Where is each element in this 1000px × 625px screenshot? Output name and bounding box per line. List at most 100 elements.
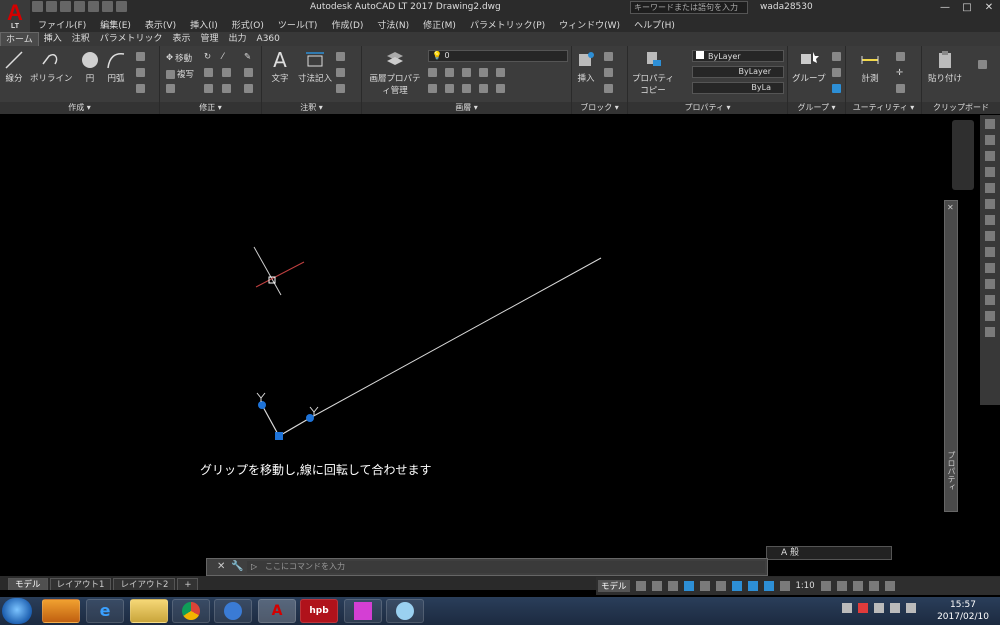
panel-layers-title[interactable]: 画層 ▾ <box>362 102 571 114</box>
panel-clipboard-title[interactable]: クリップボード <box>922 102 1000 114</box>
lineweight-icon[interactable] <box>747 581 758 591</box>
layer-unlock-icon[interactable] <box>445 84 454 93</box>
point-button[interactable]: ✛ <box>896 68 903 78</box>
open-icon[interactable] <box>46 1 57 12</box>
close-button[interactable]: ✕ <box>978 0 1000 15</box>
ime-toolbar[interactable]: A 般 <box>766 546 892 560</box>
calculator-button[interactable] <box>896 84 905 93</box>
search-input[interactable]: キーワードまたは語句を入力 <box>630 1 748 14</box>
tray-antivirus-icon[interactable] <box>858 603 868 613</box>
layout-tab-model[interactable]: モデル <box>8 578 48 590</box>
layer-previous-icon[interactable] <box>445 68 454 77</box>
workspace-gear-icon[interactable] <box>820 581 831 591</box>
isodraft-icon[interactable] <box>699 581 710 591</box>
panel-create-title[interactable]: 作成 ▾ <box>0 102 159 114</box>
snap-tool-12-icon[interactable] <box>985 295 995 305</box>
paste-button[interactable]: 貼り付け <box>928 50 962 84</box>
panel-block-title[interactable]: ブロック ▾ <box>572 102 627 114</box>
taskbar-paint[interactable] <box>386 599 424 623</box>
layer-match-icon[interactable] <box>428 68 437 77</box>
move-button[interactable]: ✥ 移動 <box>166 52 192 64</box>
create-block-button[interactable] <box>604 52 613 61</box>
snap-tool-13-icon[interactable] <box>985 311 995 321</box>
panel-utilities-title[interactable]: ユーティリティ ▾ <box>846 102 921 114</box>
circle-button[interactable]: 円 <box>80 50 100 84</box>
saveas-icon[interactable] <box>74 1 85 12</box>
tab-manage[interactable]: 管理 <box>196 32 224 46</box>
isolate-objects-icon[interactable] <box>868 581 879 591</box>
menu-edit[interactable]: 編集(E) <box>100 18 131 31</box>
snap-icon[interactable] <box>651 581 662 591</box>
new-icon[interactable] <box>32 1 43 12</box>
explode-button[interactable] <box>244 68 253 77</box>
ungroup-button[interactable] <box>832 52 841 61</box>
rotate-button[interactable]: ↻ <box>204 52 211 62</box>
copy-button[interactable]: 複写 <box>166 68 194 80</box>
menu-help[interactable]: ヘルプ(H) <box>634 18 675 31</box>
layout-tab-2[interactable]: レイアウト2 <box>113 578 176 590</box>
quick-select-button[interactable] <box>896 52 905 61</box>
snap-tool-7-icon[interactable] <box>985 215 995 225</box>
tray-volume-icon[interactable] <box>906 603 916 613</box>
polyline-button[interactable]: ポリライン <box>30 50 73 84</box>
layer-properties-button[interactable]: 画層プロパティ管理 <box>366 50 424 96</box>
menu-modify[interactable]: 修正(M) <box>423 18 456 31</box>
tab-insert[interactable]: 挿入 <box>39 32 67 46</box>
annotation-scale-value[interactable]: 1:10 <box>796 581 815 591</box>
minimize-button[interactable]: — <box>934 0 956 15</box>
dimension-button[interactable]: 寸法記入 <box>298 50 332 84</box>
snap-tool-8-icon[interactable] <box>985 231 995 241</box>
insert-block-button[interactable]: 挿入 <box>576 50 596 84</box>
maximize-button[interactable]: □ <box>956 0 978 15</box>
tray-arrow-icon[interactable] <box>842 603 852 613</box>
snap-tool-11-icon[interactable] <box>985 279 995 289</box>
menu-parametric[interactable]: パラメトリック(P) <box>470 18 545 31</box>
taskbar-clock[interactable]: 15:57 2017/02/10 <box>930 599 996 623</box>
ellipse-button[interactable] <box>136 84 145 93</box>
layout-tab-add[interactable]: + <box>177 578 199 590</box>
grip-end-right[interactable] <box>306 414 314 422</box>
array-button[interactable] <box>222 84 231 93</box>
user-name[interactable]: wada28530 <box>760 2 813 12</box>
linear-dim-button[interactable] <box>336 52 345 61</box>
layer-current-icon[interactable] <box>462 84 471 93</box>
grip-base-square[interactable] <box>275 432 283 440</box>
tray-flag-icon[interactable] <box>874 603 884 613</box>
trim-button[interactable]: ⁄ <box>222 52 223 62</box>
polar-icon[interactable] <box>683 581 694 591</box>
panel-properties-title[interactable]: プロパティ ▾ <box>628 102 787 114</box>
text-button[interactable]: A 文字 <box>270 50 290 84</box>
snap-tool-3-icon[interactable] <box>985 151 995 161</box>
layer-dropdown[interactable]: 💡 0 <box>428 50 568 62</box>
mirror-button[interactable] <box>204 68 213 77</box>
snap-tool-6-icon[interactable] <box>985 199 995 209</box>
object-snap-tracking-icon[interactable] <box>715 581 726 591</box>
undo-icon[interactable] <box>102 1 113 12</box>
menu-view[interactable]: 表示(V) <box>145 18 176 31</box>
model-space-button[interactable]: モデル <box>598 580 630 592</box>
measure-button[interactable]: 計測 <box>860 50 880 84</box>
properties-close-icon[interactable]: ✕ <box>947 203 954 212</box>
line-button[interactable]: 線分 <box>4 50 24 84</box>
annotation-scale-icon[interactable] <box>779 581 790 591</box>
annotation-visibility-icon[interactable] <box>763 581 774 591</box>
menu-insert[interactable]: 挿入(I) <box>190 18 218 31</box>
group-edit-button[interactable] <box>832 68 841 77</box>
color-dropdown[interactable]: ByLayer <box>692 50 784 62</box>
tab-parametric[interactable]: パラメトリック <box>95 32 168 46</box>
group-select-button[interactable] <box>832 84 841 93</box>
taskbar-autocad[interactable]: A <box>258 599 296 623</box>
copy-clip-button[interactable] <box>978 60 987 69</box>
hatch-button[interactable] <box>136 68 145 77</box>
layer-copy-icon[interactable] <box>479 84 488 93</box>
customize-icon[interactable] <box>884 581 895 591</box>
command-customize-icon[interactable]: 🔧 <box>231 561 243 572</box>
snap-tool-10-icon[interactable] <box>985 263 995 273</box>
ortho-icon[interactable] <box>667 581 678 591</box>
arc-button[interactable]: 円弧 <box>106 50 126 84</box>
menu-format[interactable]: 形式(O) <box>232 18 264 31</box>
fillet-button[interactable] <box>222 68 231 77</box>
lineweight-dropdown[interactable]: ByLa <box>692 82 784 94</box>
taskbar-media-player[interactable] <box>42 599 80 623</box>
tab-output[interactable]: 出力 <box>224 32 252 46</box>
